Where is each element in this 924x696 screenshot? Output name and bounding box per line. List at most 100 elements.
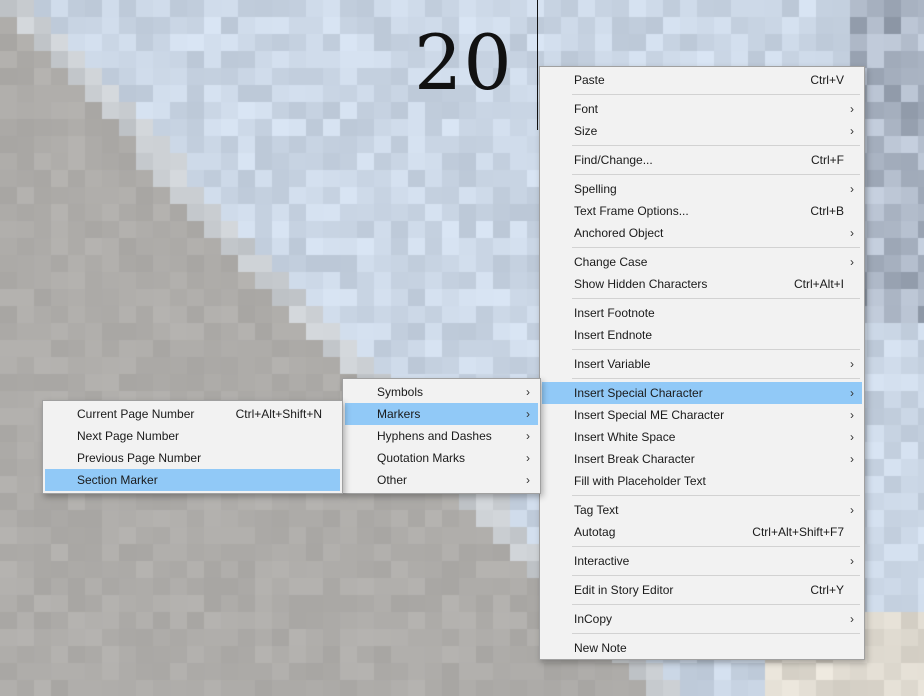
menu-item-label: Insert Special Character bbox=[574, 386, 703, 400]
chevron-right-icon: › bbox=[850, 430, 854, 444]
menu-item-label: Insert Special ME Character bbox=[574, 408, 725, 422]
menu-item-insert-white-space[interactable]: Insert White Space › bbox=[542, 426, 862, 448]
menu-item-label: Markers bbox=[377, 407, 421, 421]
menu-item-find-change[interactable]: Find/Change... Ctrl+F bbox=[542, 149, 862, 171]
menu-item-other[interactable]: Other › bbox=[345, 469, 538, 491]
menu-item-label: Autotag bbox=[574, 525, 616, 539]
menu-item-label: Insert Endnote bbox=[574, 328, 653, 342]
menu-item-label: Symbols bbox=[377, 385, 424, 399]
menu-item-interactive[interactable]: Interactive › bbox=[542, 550, 862, 572]
menu-separator bbox=[572, 495, 860, 496]
menu-item-insert-variable[interactable]: Insert Variable › bbox=[542, 353, 862, 375]
menu-item-edit-in-story-editor[interactable]: Edit in Story Editor Ctrl+Y bbox=[542, 579, 862, 601]
menu-item-label: Insert Footnote bbox=[574, 306, 655, 320]
page-number-marker: 20 bbox=[414, 18, 513, 107]
chevron-right-icon: › bbox=[850, 386, 854, 400]
menu-item-next-page-number[interactable]: Next Page Number bbox=[45, 425, 340, 447]
chevron-right-icon: › bbox=[526, 451, 530, 465]
menu-separator bbox=[572, 575, 860, 576]
menu-item-tag-text[interactable]: Tag Text › bbox=[542, 499, 862, 521]
menu-item-new-note[interactable]: New Note bbox=[542, 637, 862, 659]
menu-item-label: Hyphens and Dashes bbox=[377, 429, 492, 443]
menu-item-label: Edit in Story Editor bbox=[574, 583, 674, 597]
chevron-right-icon: › bbox=[850, 503, 854, 517]
menu-item-current-page-number[interactable]: Current Page Number Ctrl+Alt+Shift+N bbox=[45, 403, 340, 425]
menu-item-shortcut: Ctrl+Alt+I bbox=[793, 277, 844, 291]
chevron-right-icon: › bbox=[850, 554, 854, 568]
menu-separator bbox=[572, 94, 860, 95]
chevron-right-icon: › bbox=[526, 385, 530, 399]
menu-item-label: Other bbox=[377, 473, 408, 487]
chevron-right-icon: › bbox=[526, 429, 530, 443]
markers-submenu: Current Page Number Ctrl+Alt+Shift+N Next … bbox=[42, 400, 343, 494]
menu-item-change-case[interactable]: Change Case › bbox=[542, 251, 862, 273]
menu-item-insert-special-me-character[interactable]: Insert Special ME Character › bbox=[542, 404, 862, 426]
menu-item-insert-endnote[interactable]: Insert Endnote bbox=[542, 324, 862, 346]
chevron-right-icon: › bbox=[850, 452, 854, 466]
menu-item-markers[interactable]: Markers › bbox=[345, 403, 538, 425]
menu-item-label: Insert Break Character bbox=[574, 452, 695, 466]
menu-separator bbox=[572, 604, 860, 605]
menu-item-insert-footnote[interactable]: Insert Footnote bbox=[542, 302, 862, 324]
menu-item-shortcut: Ctrl+Y bbox=[810, 583, 844, 597]
menu-item-label: Previous Page Number bbox=[77, 451, 202, 465]
menu-item-label: Next Page Number bbox=[77, 429, 180, 443]
chevron-right-icon: › bbox=[526, 473, 530, 487]
menu-item-section-marker[interactable]: Section Marker bbox=[45, 469, 340, 491]
menu-separator bbox=[572, 349, 860, 350]
menu-item-spelling[interactable]: Spelling › bbox=[542, 178, 862, 200]
menu-item-symbols[interactable]: Symbols › bbox=[345, 381, 538, 403]
menu-item-label: Interactive bbox=[574, 554, 630, 568]
menu-item-paste[interactable]: Paste Ctrl+V bbox=[542, 69, 862, 91]
context-menu: Paste Ctrl+V Font › Size › Find/Change... Ctrl+… bbox=[539, 66, 865, 660]
menu-item-show-hidden-characters[interactable]: Show Hidden Characters Ctrl+Alt+I bbox=[542, 273, 862, 295]
chevron-right-icon: › bbox=[850, 612, 854, 626]
menu-item-previous-page-number[interactable]: Previous Page Number bbox=[45, 447, 340, 469]
menu-separator bbox=[572, 633, 860, 634]
menu-item-quotation-marks[interactable]: Quotation Marks › bbox=[345, 447, 538, 469]
menu-item-label: Show Hidden Characters bbox=[574, 277, 708, 291]
menu-item-insert-special-character[interactable]: Insert Special Character › bbox=[542, 382, 862, 404]
chevron-right-icon: › bbox=[850, 124, 854, 138]
insert-special-character-submenu: Symbols › Markers › Hyphens and Dashes › Quota… bbox=[342, 378, 541, 494]
chevron-right-icon: › bbox=[850, 357, 854, 371]
menu-item-label: Anchored Object bbox=[574, 226, 664, 240]
menu-separator bbox=[572, 145, 860, 146]
menu-separator bbox=[572, 298, 860, 299]
menu-separator bbox=[572, 378, 860, 379]
menu-item-label: Quotation Marks bbox=[377, 451, 466, 465]
menu-item-autotag[interactable]: Autotag Ctrl+Alt+Shift+F7 bbox=[542, 521, 862, 543]
menu-separator bbox=[572, 174, 860, 175]
menu-item-label: Paste bbox=[574, 73, 605, 87]
menu-item-shortcut: Ctrl+F bbox=[811, 153, 844, 167]
menu-separator bbox=[572, 247, 860, 248]
menu-item-text-frame-options[interactable]: Text Frame Options... Ctrl+B bbox=[542, 200, 862, 222]
chevron-right-icon: › bbox=[526, 407, 530, 421]
menu-item-label: Section Marker bbox=[77, 473, 158, 487]
chevron-right-icon: › bbox=[850, 226, 854, 240]
menu-item-label: Find/Change... bbox=[574, 153, 653, 167]
menu-item-label: Fill with Placeholder Text bbox=[574, 474, 706, 488]
menu-item-fill-with-placeholder-text[interactable]: Fill with Placeholder Text bbox=[542, 470, 862, 492]
chevron-right-icon: › bbox=[850, 408, 854, 422]
menu-item-size[interactable]: Size › bbox=[542, 120, 862, 142]
menu-item-shortcut: Ctrl+B bbox=[810, 204, 844, 218]
menu-item-hyphens-and-dashes[interactable]: Hyphens and Dashes › bbox=[345, 425, 538, 447]
chevron-right-icon: › bbox=[850, 182, 854, 196]
menu-item-shortcut: Ctrl+V bbox=[810, 73, 844, 87]
menu-separator bbox=[572, 546, 860, 547]
menu-item-label: Insert Variable bbox=[574, 357, 651, 371]
menu-item-anchored-object[interactable]: Anchored Object › bbox=[542, 222, 862, 244]
chevron-right-icon: › bbox=[850, 102, 854, 116]
menu-item-insert-break-character[interactable]: Insert Break Character › bbox=[542, 448, 862, 470]
menu-item-label: Size bbox=[574, 124, 598, 138]
menu-item-label: Text Frame Options... bbox=[574, 204, 689, 218]
menu-item-label: Change Case bbox=[574, 255, 648, 269]
menu-item-label: InCopy bbox=[574, 612, 613, 626]
text-insertion-cursor bbox=[537, 0, 538, 130]
menu-item-font[interactable]: Font › bbox=[542, 98, 862, 120]
menu-item-label: Insert White Space bbox=[574, 430, 676, 444]
menu-item-incopy[interactable]: InCopy › bbox=[542, 608, 862, 630]
menu-item-shortcut: Ctrl+Alt+Shift+N bbox=[235, 407, 322, 421]
menu-item-label: Current Page Number bbox=[77, 407, 195, 421]
